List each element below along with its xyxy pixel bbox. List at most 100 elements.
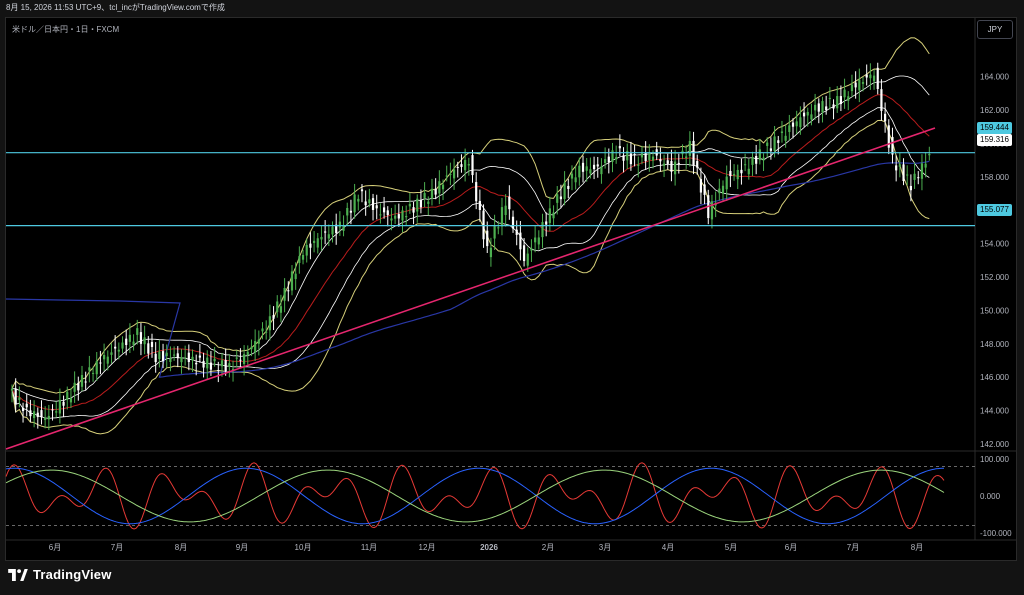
candle-body bbox=[47, 415, 50, 420]
time-tick-label: 10月 bbox=[295, 543, 312, 552]
candle-body bbox=[55, 411, 58, 413]
candle-body bbox=[191, 356, 194, 361]
candle-body bbox=[685, 156, 688, 159]
candle-body bbox=[534, 237, 537, 243]
candle-body bbox=[438, 181, 441, 194]
candle-body bbox=[110, 352, 113, 355]
candle-body bbox=[88, 367, 91, 371]
candle-body bbox=[526, 253, 529, 266]
oscillator-fast-line bbox=[5, 462, 945, 530]
chart-window: 8月 15, 2026 11:53 UTC+9、tcl_incがTradingV… bbox=[0, 0, 1024, 595]
candle-body bbox=[209, 362, 213, 370]
time-tick-label: 8月 bbox=[911, 543, 923, 552]
oscillator-tick-label: 100.000 bbox=[980, 455, 1009, 464]
price-tick-label: 158.000 bbox=[980, 173, 1009, 182]
candle-body bbox=[747, 168, 750, 175]
upper-level-price-tag: 159.444 bbox=[977, 122, 1012, 134]
candle-body bbox=[692, 140, 695, 166]
candle-body bbox=[799, 117, 802, 128]
candle-body bbox=[618, 146, 621, 149]
candle-body bbox=[419, 200, 423, 208]
candle-body bbox=[563, 182, 566, 200]
candle-body bbox=[246, 351, 249, 356]
ascending-trendline bbox=[5, 127, 936, 450]
candle-body bbox=[622, 155, 625, 161]
time-tick-label: 9月 bbox=[236, 543, 248, 552]
candle-body bbox=[817, 103, 820, 112]
candle-body bbox=[497, 227, 500, 229]
candle-body bbox=[633, 154, 636, 156]
candle-body bbox=[14, 388, 17, 405]
candle-body bbox=[541, 222, 544, 238]
candle-body bbox=[585, 166, 588, 171]
candle-body bbox=[423, 193, 426, 198]
candle-body bbox=[51, 409, 54, 411]
bollinger-upper-band bbox=[11, 37, 930, 394]
tradingview-logo[interactable]: TradingView bbox=[8, 567, 112, 582]
candle-body bbox=[427, 201, 430, 204]
candle-body bbox=[397, 214, 400, 219]
candle-body bbox=[788, 125, 791, 132]
candle-body bbox=[703, 184, 706, 195]
candle-body bbox=[522, 245, 526, 262]
candle-body bbox=[18, 397, 21, 401]
time-tick-label: 7月 bbox=[847, 543, 859, 552]
time-tick-label: 3月 bbox=[599, 543, 611, 552]
candle-body bbox=[364, 201, 367, 206]
candle-body bbox=[574, 177, 577, 183]
candle-body bbox=[117, 349, 120, 352]
candle-body bbox=[721, 185, 725, 194]
candle-body bbox=[309, 243, 312, 248]
oscillator-slow-line bbox=[5, 467, 944, 525]
candle-body bbox=[729, 170, 732, 177]
candle-body bbox=[751, 157, 754, 165]
candle-body bbox=[360, 189, 364, 192]
symbol-legend[interactable]: 米ドル／日本円・1日・FXCM bbox=[12, 24, 119, 35]
candle-body bbox=[858, 79, 861, 91]
candle-body bbox=[471, 155, 474, 176]
candle-body bbox=[276, 301, 279, 312]
candle-body bbox=[91, 372, 95, 374]
candle-body bbox=[327, 234, 330, 239]
time-tick-label: 5月 bbox=[725, 543, 737, 552]
candle-body bbox=[80, 375, 84, 387]
candle-body bbox=[169, 358, 172, 362]
candle-body bbox=[486, 230, 489, 247]
candle-body bbox=[917, 177, 920, 179]
candle-body bbox=[449, 174, 452, 176]
chart-svg[interactable]: 164.000162.000160.000158.000156.000154.0… bbox=[0, 0, 1024, 595]
candle-body bbox=[213, 358, 216, 362]
candle-body bbox=[21, 407, 25, 411]
candle-body bbox=[128, 334, 131, 342]
oscillator-signal-line bbox=[5, 469, 945, 523]
candle-body bbox=[920, 163, 924, 179]
candle-body bbox=[629, 153, 633, 165]
candle-body bbox=[283, 287, 286, 301]
candle-body bbox=[95, 361, 98, 375]
time-axis[interactable]: 6月 7月 8月 9月 10月 11月 12月 2026 2月 3月 4月 5月 6月 7月 8月 bbox=[49, 543, 923, 552]
candle-body bbox=[103, 355, 106, 360]
candle-body bbox=[84, 381, 87, 383]
currency-button[interactable]: JPY bbox=[977, 20, 1013, 39]
candle-body bbox=[828, 97, 831, 99]
drawing-layer[interactable] bbox=[5, 127, 975, 450]
candle-body bbox=[460, 164, 463, 167]
candle-body bbox=[810, 114, 813, 120]
candle-body bbox=[198, 355, 201, 358]
candle-body bbox=[611, 150, 614, 162]
candle-body bbox=[699, 179, 703, 193]
candle-body bbox=[755, 156, 758, 164]
candle-body bbox=[382, 207, 386, 213]
candle-body bbox=[777, 140, 780, 143]
candle-body bbox=[69, 398, 73, 403]
candle-body bbox=[217, 370, 220, 372]
last-price-tag: 159.316 bbox=[977, 134, 1012, 146]
candle-body bbox=[33, 411, 36, 419]
candle-body bbox=[349, 210, 353, 213]
candle-body bbox=[202, 360, 205, 368]
candle-body bbox=[139, 332, 143, 344]
candle-body bbox=[430, 188, 434, 199]
candle-body bbox=[515, 229, 518, 235]
candle-body bbox=[125, 338, 128, 345]
time-tick-label: 6月 bbox=[785, 543, 797, 552]
